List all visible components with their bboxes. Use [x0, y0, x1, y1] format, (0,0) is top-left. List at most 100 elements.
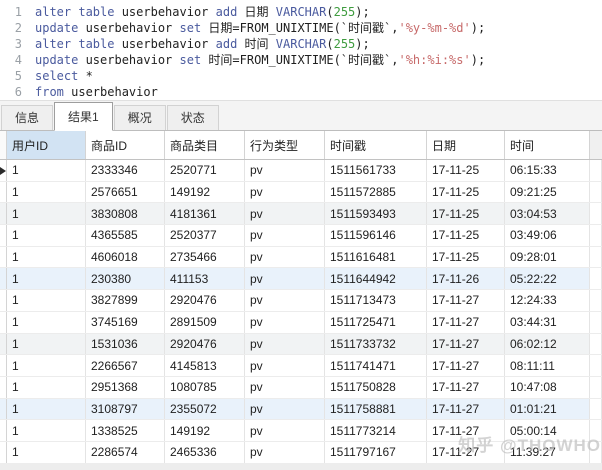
column-header-date[interactable]: 日期: [427, 131, 505, 159]
table-cell[interactable]: 1: [7, 420, 86, 441]
table-cell[interactable]: 05:00:14: [505, 420, 590, 441]
table-cell[interactable]: 1: [7, 182, 86, 203]
table-row[interactable]: 143655852520377pv151159614617-11-2503:49…: [0, 225, 602, 247]
table-cell[interactable]: 1511561733: [325, 160, 427, 181]
table-cell[interactable]: 17-11-27: [427, 377, 505, 398]
table-cell[interactable]: 09:28:01: [505, 247, 590, 268]
table-cell[interactable]: pv: [245, 290, 325, 311]
table-cell[interactable]: 1: [7, 399, 86, 420]
table-cell[interactable]: 1338525: [86, 420, 165, 441]
table-cell[interactable]: 06:02:12: [505, 334, 590, 355]
tab-profile[interactable]: 概况: [114, 105, 166, 130]
table-cell[interactable]: 1: [7, 268, 86, 289]
table-cell[interactable]: pv: [245, 355, 325, 376]
table-row[interactable]: 131087972355072pv151175888117-11-2701:01…: [0, 399, 602, 421]
table-row[interactable]: 115310362920476pv151173373217-11-2706:02…: [0, 334, 602, 356]
table-cell[interactable]: 03:44:31: [505, 312, 590, 333]
table-cell[interactable]: 1080785: [165, 377, 245, 398]
table-cell[interactable]: 17-11-27: [427, 312, 505, 333]
table-cell[interactable]: 1: [7, 442, 86, 463]
table-cell[interactable]: 2576651: [86, 182, 165, 203]
table-row[interactable]: 122665674145813pv151174147117-11-2708:11…: [0, 355, 602, 377]
table-cell[interactable]: 2520377: [165, 225, 245, 246]
table-cell[interactable]: 1511572885: [325, 182, 427, 203]
table-cell[interactable]: 1511596146: [325, 225, 427, 246]
tab-result1[interactable]: 结果1: [54, 102, 113, 131]
table-cell[interactable]: 1: [7, 312, 86, 333]
table-cell[interactable]: 149192: [165, 420, 245, 441]
table-cell[interactable]: 1511733732: [325, 334, 427, 355]
table-cell[interactable]: 411153: [165, 268, 245, 289]
table-cell[interactable]: 1511713473: [325, 290, 427, 311]
table-cell[interactable]: 17-11-27: [427, 355, 505, 376]
table-cell[interactable]: 4181361: [165, 203, 245, 224]
table-row[interactable]: 146060182735466pv151161648117-11-2509:28…: [0, 247, 602, 269]
table-cell[interactable]: 4365585: [86, 225, 165, 246]
table-cell[interactable]: pv: [245, 377, 325, 398]
table-row[interactable]: 11338525149192pv151177321417-11-2705:00:…: [0, 420, 602, 442]
table-row[interactable]: 138278992920476pv151171347317-11-2712:24…: [0, 290, 602, 312]
table-cell[interactable]: 05:22:22: [505, 268, 590, 289]
table-cell[interactable]: 4145813: [165, 355, 245, 376]
table-cell[interactable]: 08:11:11: [505, 355, 590, 376]
table-cell[interactable]: 1511725471: [325, 312, 427, 333]
table-cell[interactable]: 2465336: [165, 442, 245, 463]
table-cell[interactable]: 1511593493: [325, 203, 427, 224]
table-cell[interactable]: 1511758881: [325, 399, 427, 420]
column-header-item-category[interactable]: 商品类目: [165, 131, 245, 159]
table-cell[interactable]: 2891509: [165, 312, 245, 333]
table-cell[interactable]: pv: [245, 334, 325, 355]
table-cell[interactable]: 3827899: [86, 290, 165, 311]
table-cell[interactable]: 1511616481: [325, 247, 427, 268]
table-cell[interactable]: 17-11-27: [427, 420, 505, 441]
column-header-item-id[interactable]: 商品ID: [86, 131, 165, 159]
table-cell[interactable]: 1511644942: [325, 268, 427, 289]
table-cell[interactable]: 17-11-27: [427, 442, 505, 463]
table-cell[interactable]: 06:15:33: [505, 160, 590, 181]
table-cell[interactable]: 230380: [86, 268, 165, 289]
table-cell[interactable]: 149192: [165, 182, 245, 203]
table-row[interactable]: 138308084181361pv151159349317-11-2503:04…: [0, 203, 602, 225]
table-cell[interactable]: pv: [245, 268, 325, 289]
sql-editor[interactable]: 1alter table userbehavior add 日期 VARCHAR…: [0, 0, 602, 100]
table-cell[interactable]: 1: [7, 334, 86, 355]
table-cell[interactable]: 3745169: [86, 312, 165, 333]
table-cell[interactable]: 1511797167: [325, 442, 427, 463]
table-cell[interactable]: pv: [245, 203, 325, 224]
table-cell[interactable]: 17-11-25: [427, 203, 505, 224]
table-cell[interactable]: 03:04:53: [505, 203, 590, 224]
table-cell[interactable]: 4606018: [86, 247, 165, 268]
table-cell[interactable]: 17-11-25: [427, 160, 505, 181]
table-cell[interactable]: 17-11-25: [427, 225, 505, 246]
table-cell[interactable]: 2355072: [165, 399, 245, 420]
table-cell[interactable]: pv: [245, 420, 325, 441]
table-cell[interactable]: 17-11-25: [427, 182, 505, 203]
table-cell[interactable]: 1531036: [86, 334, 165, 355]
column-header-user-id[interactable]: 用户ID: [7, 131, 86, 159]
table-cell[interactable]: 1511750828: [325, 377, 427, 398]
tab-status[interactable]: 状态: [167, 105, 219, 130]
table-cell[interactable]: 12:24:33: [505, 290, 590, 311]
table-cell[interactable]: 17-11-26: [427, 268, 505, 289]
table-cell[interactable]: 2333346: [86, 160, 165, 181]
table-cell[interactable]: 17-11-27: [427, 290, 505, 311]
table-cell[interactable]: 1511773214: [325, 420, 427, 441]
table-cell[interactable]: 17-11-25: [427, 247, 505, 268]
table-cell[interactable]: 09:21:25: [505, 182, 590, 203]
column-header-behavior-type[interactable]: 行为类型: [245, 131, 325, 159]
table-cell[interactable]: 1: [7, 160, 86, 181]
table-cell[interactable]: pv: [245, 182, 325, 203]
table-cell[interactable]: 1: [7, 247, 86, 268]
table-cell[interactable]: 3108797: [86, 399, 165, 420]
table-cell[interactable]: 17-11-27: [427, 399, 505, 420]
table-cell[interactable]: 1: [7, 225, 86, 246]
column-header-timestamp[interactable]: 时间戳: [325, 131, 427, 159]
table-cell[interactable]: 3830808: [86, 203, 165, 224]
table-cell[interactable]: pv: [245, 442, 325, 463]
tab-info[interactable]: 信息: [1, 105, 53, 130]
table-cell[interactable]: 1511741471: [325, 355, 427, 376]
table-cell[interactable]: 2920476: [165, 290, 245, 311]
table-cell[interactable]: 2735466: [165, 247, 245, 268]
table-cell[interactable]: 10:47:08: [505, 377, 590, 398]
table-row[interactable]: 137451692891509pv151172547117-11-2703:44…: [0, 312, 602, 334]
